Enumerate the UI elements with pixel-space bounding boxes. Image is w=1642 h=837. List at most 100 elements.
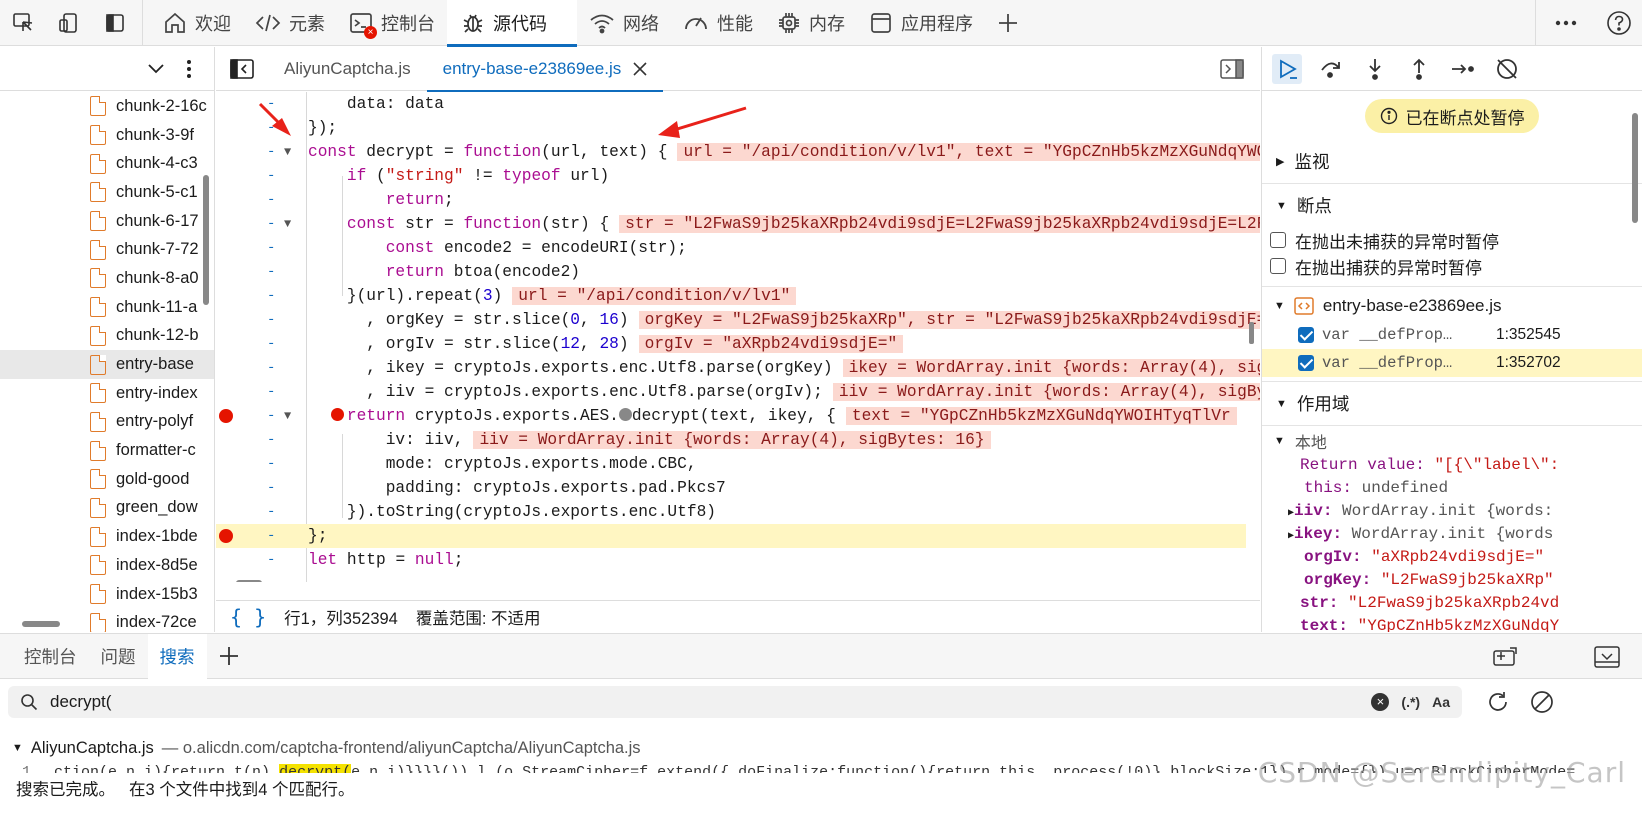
checkbox[interactable]	[1298, 327, 1314, 343]
add-drawer-tab-button[interactable]	[207, 634, 251, 679]
step-button[interactable]	[1448, 54, 1478, 84]
file-item[interactable]: entry-index	[0, 379, 214, 408]
scope-section-header[interactable]: ▼ 作用域	[1262, 381, 1642, 425]
drawer-tab-console[interactable]: 控制台	[12, 634, 89, 679]
refresh-search-icon[interactable]	[1486, 690, 1510, 714]
cursor-position: 行1，列352394	[284, 609, 398, 628]
tab-label: 应用程序	[901, 13, 973, 34]
file-item[interactable]: chunk-7-72	[0, 235, 214, 264]
deactivate-breakpoints-button[interactable]	[1492, 54, 1522, 84]
breakpoint-item[interactable]: var __defProp… 1:352545	[1262, 321, 1642, 349]
drawer-tab-search[interactable]: 搜索	[147, 633, 207, 679]
dock-icon[interactable]	[1492, 646, 1518, 668]
file-item[interactable]: entry-polyf	[0, 408, 214, 437]
tab-console[interactable]: × 控制台	[337, 0, 447, 46]
breakpoints-section-header[interactable]: ▼ 断点	[1262, 183, 1642, 227]
tab-elements[interactable]: 元素	[243, 0, 337, 46]
more-vertical-icon[interactable]	[186, 59, 192, 79]
search-icon	[21, 694, 38, 711]
file-item[interactable]: chunk-12-b	[0, 322, 214, 351]
file-icon	[90, 297, 106, 318]
editor-tab-aliyuncaptcha[interactable]: AliyunCaptcha.js	[268, 47, 427, 91]
scope-var-orgiv[interactable]: orgIv: "aXRpb24vdi9sdjE="	[1262, 548, 1642, 571]
clear-search-icon[interactable]: ×	[1371, 693, 1390, 711]
tab-network[interactable]: 网络	[577, 0, 671, 46]
file-icon	[90, 555, 106, 576]
search-input[interactable]: decrypt(	[50, 692, 1359, 712]
chevron-down-icon[interactable]	[148, 63, 164, 74]
scope-var-return[interactable]: Return value: "[{\"label\":	[1262, 456, 1642, 479]
tab-application[interactable]: 应用程序	[857, 0, 985, 46]
navigator-hscrollbar[interactable]	[22, 621, 60, 627]
step-out-button[interactable]	[1404, 54, 1434, 84]
watch-section-header[interactable]: ▶ 监视	[1262, 139, 1642, 183]
drawer-collapse-icon[interactable]	[1594, 646, 1620, 668]
file-item[interactable]: chunk-4-c3	[0, 149, 214, 178]
step-over-button[interactable]	[1316, 54, 1346, 84]
breakpoint-off-icon	[1497, 58, 1517, 79]
scope-var-this[interactable]: this: undefined	[1262, 479, 1642, 502]
scope-var-str[interactable]: str: "L2FwaS9jb25kaXRpb24vd	[1262, 594, 1642, 617]
clear-results-icon[interactable]	[1530, 690, 1554, 714]
checkbox[interactable]	[1298, 355, 1314, 371]
file-item[interactable]: chunk-3-9f	[0, 121, 214, 150]
editor-tab-entry-base[interactable]: entry-base-e23869ee.js	[426, 46, 664, 92]
checkbox[interactable]	[1270, 258, 1286, 274]
search-match-count: 在3 个文件中找到4 个匹配行。	[129, 781, 355, 799]
code-editor[interactable]: - data: data -}); - ▼ const decrypt = functi…	[216, 92, 1260, 582]
regex-toggle[interactable]: (.*)	[1401, 694, 1420, 710]
file-item[interactable]: chunk-2-16c	[0, 92, 214, 121]
pause-caught-option[interactable]: 在抛出捕获的异常时暂停	[1262, 253, 1642, 279]
resume-button[interactable]	[1272, 53, 1302, 84]
tab-welcome[interactable]: 欢迎	[151, 0, 243, 46]
case-sensitive-toggle[interactable]: Aa	[1432, 694, 1450, 710]
file-item[interactable]: chunk-8-a0	[0, 264, 214, 293]
file-item[interactable]: chunk-5-c1	[0, 178, 214, 207]
scope-var-iiv[interactable]: ▶iiv: WordArray.init {words:	[1262, 502, 1642, 525]
inspect-element-icon[interactable]	[0, 0, 46, 46]
scope-var-ikey[interactable]: ▶ikey: WordArray.init {words	[1262, 525, 1642, 548]
pretty-print-icon[interactable]: { }	[230, 605, 266, 629]
file-name: chunk-6-17	[116, 211, 199, 230]
scope-local-header[interactable]: ▼ 本地	[1262, 426, 1642, 456]
chip-icon	[779, 12, 799, 33]
file-icon	[90, 182, 106, 203]
tab-performance[interactable]: 性能	[671, 0, 765, 46]
tab-label: 性能	[717, 13, 753, 34]
file-icon	[90, 211, 106, 232]
file-item[interactable]: chunk-6-17	[0, 207, 214, 236]
pause-uncaught-option[interactable]: 在抛出未捕获的异常时暂停	[1262, 227, 1642, 253]
scope-var-text[interactable]: text: "YGpCZnHb5kzMzXGuNdqY	[1262, 617, 1642, 632]
navigator-scrollbar[interactable]	[203, 175, 209, 305]
file-item[interactable]: entry-base	[0, 350, 214, 379]
tab-sources[interactable]: 源代码	[447, 0, 577, 47]
breakpoint-file-row[interactable]: ▼ entry-base-e23869ee.js	[1262, 291, 1642, 321]
close-icon[interactable]	[633, 61, 647, 76]
device-emulation-icon[interactable]	[46, 0, 92, 46]
more-menu-icon[interactable]	[1536, 0, 1596, 46]
file-item[interactable]: gold-good	[0, 465, 214, 494]
step-into-button[interactable]	[1360, 54, 1390, 84]
file-item[interactable]: green_dow	[0, 494, 214, 523]
toggle-debugger-icon[interactable]	[1220, 59, 1244, 79]
breakpoint-item-active[interactable]: var __defProp… 1:352702	[1262, 349, 1642, 377]
file-item[interactable]: chunk-11-a	[0, 293, 214, 322]
add-tool-button[interactable]	[985, 0, 1031, 46]
sidebar-toggle-icon[interactable]	[92, 0, 138, 46]
help-icon[interactable]	[1596, 0, 1642, 46]
drawer-tab-issues[interactable]: 问题	[89, 634, 148, 679]
error-badge-icon: ×	[364, 25, 377, 39]
tab-memory[interactable]: 内存	[765, 0, 857, 46]
file-item[interactable]: index-1bde	[0, 522, 214, 551]
file-item[interactable]: formatter-c	[0, 436, 214, 465]
collapse-arrow-icon: ▼	[1276, 397, 1287, 410]
debugger-scrollbar[interactable]	[1632, 113, 1638, 223]
checkbox[interactable]	[1270, 232, 1286, 248]
tab-label: 元素	[289, 13, 325, 34]
tab-label: 欢迎	[195, 13, 231, 34]
scope-var-orgkey[interactable]: orgKey: "L2FwaS9jb25kaXRp"	[1262, 571, 1642, 594]
file-item[interactable]: index-8d5e	[0, 551, 214, 580]
toggle-navigator-icon[interactable]	[216, 58, 268, 79]
plus-icon	[999, 13, 1017, 32]
file-item[interactable]: index-15b3	[0, 580, 214, 609]
